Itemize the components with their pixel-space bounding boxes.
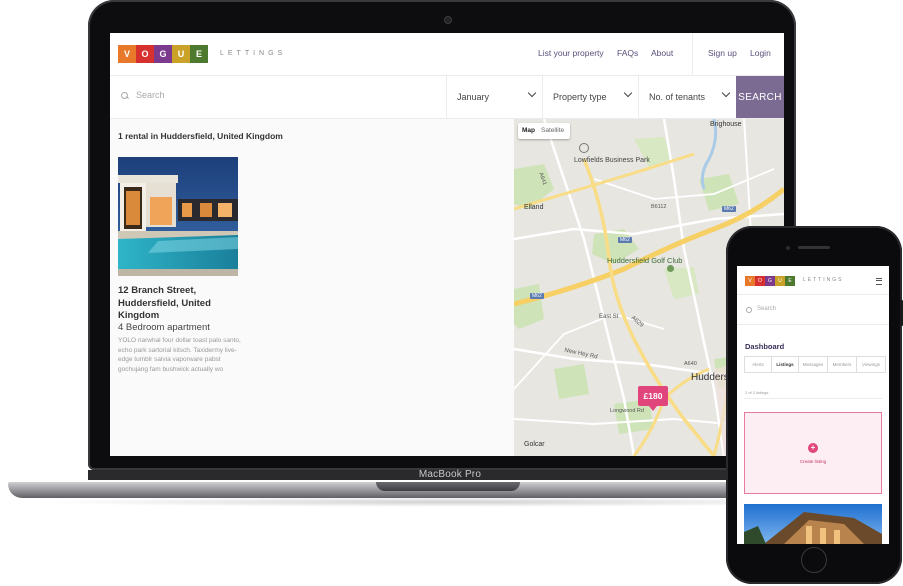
tab-alerts[interactable]: Alerts [745, 357, 772, 372]
price-pin-tail [649, 406, 657, 411]
phone-logo-letter-v: V [745, 276, 755, 286]
price-pin[interactable]: £180 [638, 386, 668, 406]
listings-count: 2 of 2 listings [745, 390, 769, 395]
phone-speaker [798, 246, 830, 249]
map-label-golf-club: Huddersfield Golf Club [607, 256, 683, 265]
property-type-dropdown-value: Property type [553, 92, 607, 102]
logo-letter-g: G [154, 45, 172, 63]
vogue-logo[interactable]: V O G U E [118, 45, 208, 63]
map-label-a640: A640 [684, 361, 697, 367]
nav-about[interactable]: About [651, 48, 673, 58]
nav-list-property[interactable]: List your property [538, 48, 604, 58]
m62-shield: M62 [530, 293, 544, 299]
phone-logo[interactable]: V O G U E [745, 276, 795, 286]
m62-shield: M62 [618, 237, 632, 243]
phone-logo-subtitle: LETTINGS [803, 277, 844, 283]
logo-letter-e: E [190, 45, 208, 63]
nav-login[interactable]: Login [750, 48, 771, 58]
laptop-hinge-notch [376, 482, 520, 491]
month-dropdown[interactable]: January [446, 76, 543, 118]
month-dropdown-value: January [457, 92, 490, 102]
phone-logo-letter-e: E [785, 276, 795, 286]
laptop-brand-label: MacBook Pro [418, 469, 482, 480]
hamburger-menu-icon-bar [876, 280, 882, 281]
map-label-longwood-rd: Longwood Rd [610, 408, 644, 414]
map-label-lowfields: Lowfields Business Park [574, 157, 650, 164]
site-header [110, 33, 784, 76]
phone-logo-letter-u: U [775, 276, 785, 286]
laptop-screen: V O G U E LETTINGS List your property FA… [110, 33, 784, 456]
nav-sign-up[interactable]: Sign up [708, 48, 737, 58]
phone-header-divider [737, 294, 889, 295]
nav-faqs[interactable]: FAQs [617, 48, 638, 58]
tenants-dropdown-value: No. of tenants [649, 92, 706, 102]
phone-listing-photo-image [744, 504, 882, 544]
tab-messages[interactable]: Messages [799, 357, 828, 372]
chevron-down-icon [527, 88, 537, 98]
nav-divider [692, 33, 693, 75]
tenants-dropdown[interactable]: No. of tenants [638, 76, 737, 118]
phone-logo-letter-o: O [755, 276, 765, 286]
map-tab-map[interactable]: Map [522, 127, 535, 134]
dashboard-heading: Dashboard [745, 342, 785, 351]
chevron-down-icon [721, 88, 731, 98]
phone-home-button[interactable] [801, 547, 827, 573]
create-listing-card[interactable] [744, 412, 882, 494]
search-button[interactable]: SEARCH [736, 76, 784, 118]
map-label-brighouse: Brighouse [710, 121, 742, 128]
listing-title[interactable]: 12 Branch Street, Huddersfield, United K… [118, 285, 228, 323]
dashboard-tabs: Alerts Listings Messages Members Viewing… [744, 356, 886, 373]
phone-logo-letter-g: G [765, 276, 775, 286]
phone-search-input[interactable]: Search [757, 306, 776, 312]
map-label-golcar: Golcar [524, 441, 545, 448]
logo-letter-v: V [118, 45, 136, 63]
phone-screen: V O G U E LETTINGS Search Dashboard Aler… [737, 266, 889, 544]
golf-icon [667, 265, 674, 272]
logo-letter-u: U [172, 45, 190, 63]
plus-icon: + [808, 443, 818, 453]
chevron-down-icon [623, 88, 633, 98]
map-label-elland: Elland [524, 204, 544, 211]
phone-camera [786, 246, 790, 250]
map-label-east-st: East St [599, 314, 619, 320]
results-count: 1 rental in Huddersfield, United Kingdom [118, 131, 283, 141]
place-pin-icon [579, 143, 589, 153]
phone-search-divider [737, 324, 889, 325]
logo-subtitle: LETTINGS [220, 50, 287, 57]
phone-listing-photo[interactable] [744, 504, 882, 544]
listing-photo-image [118, 157, 238, 276]
phone-search-icon [746, 307, 752, 313]
tab-listings[interactable]: Listings [772, 357, 799, 372]
tab-members[interactable]: Members [828, 357, 857, 372]
listing-description: YOLO narwhal four dollar toast palo sant… [118, 337, 241, 373]
map-label-b6112: B6112 [651, 204, 667, 210]
map-tab-satellite[interactable]: Satellite [541, 127, 564, 134]
logo-letter-o: O [136, 45, 154, 63]
tab-viewings[interactable]: Viewings [857, 357, 885, 372]
phone-count-divider [744, 398, 882, 399]
laptop-camera [444, 16, 452, 24]
property-type-dropdown[interactable]: Property type [542, 76, 639, 118]
create-listing-label: Create listing [799, 459, 827, 464]
listing-photo[interactable] [118, 157, 238, 276]
search-input[interactable]: Search [136, 90, 165, 100]
m62-shield: M62 [722, 206, 736, 212]
listing-type: 4 Bedroom apartment [118, 322, 210, 333]
